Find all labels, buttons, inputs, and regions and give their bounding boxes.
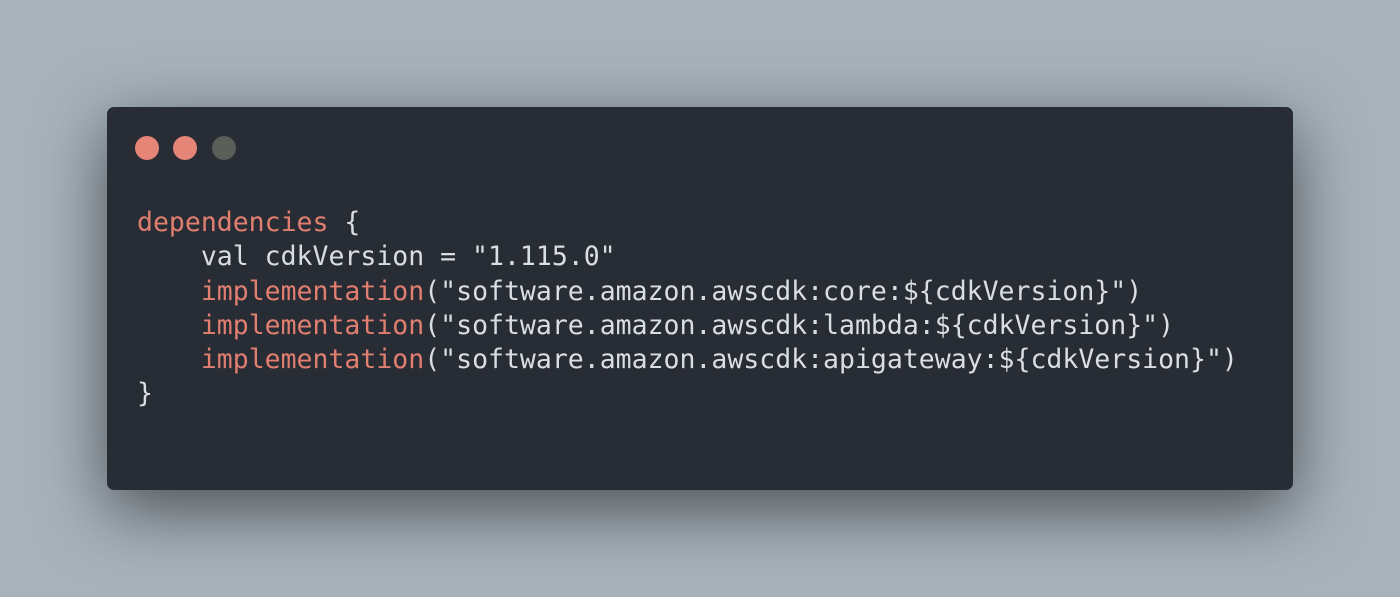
minimize-dot-icon[interactable] xyxy=(173,136,197,160)
keyword-token: dependencies xyxy=(137,207,329,238)
code-line-6: } xyxy=(137,378,153,410)
code-line-1: dependencies { xyxy=(137,207,361,238)
code-line-5: implementation("software.amazon.awscdk:a… xyxy=(200,344,1238,376)
keyword-token: implementation xyxy=(200,309,425,341)
keyword-token: implementation xyxy=(200,344,425,376)
code-line-4: implementation("software.amazon.awscdk:l… xyxy=(200,309,1175,341)
maximize-dot-icon[interactable] xyxy=(212,136,236,160)
code-line-2: val cdkVersion = "1.115.0" xyxy=(200,241,616,273)
code-line-3: implementation("software.amazon.awscdk:c… xyxy=(200,275,1143,307)
keyword-token: implementation xyxy=(200,275,425,307)
close-dot-icon[interactable] xyxy=(135,136,159,160)
code-window: dependencies { val cdkVersion = "1.115.0… xyxy=(107,107,1293,490)
code-block: dependencies { val cdkVersion = "1.115.0… xyxy=(137,206,1238,412)
